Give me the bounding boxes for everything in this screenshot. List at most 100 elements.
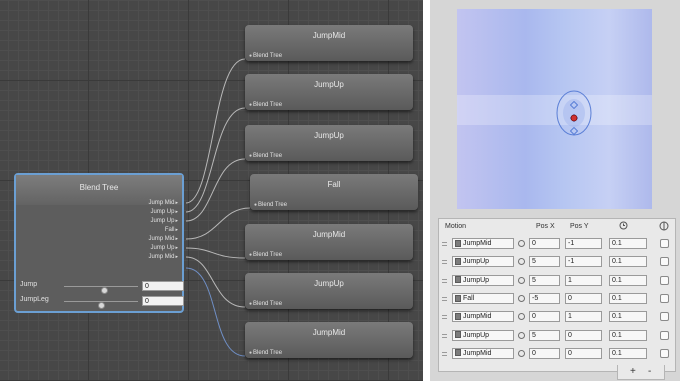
param-slider[interactable]: [64, 286, 138, 294]
table-row[interactable]: Fall -5 0 0.1: [439, 291, 675, 307]
output-port-label: Jump Up: [150, 245, 175, 251]
pos-y-field[interactable]: 0: [565, 347, 602, 359]
mirror-checkbox[interactable]: [660, 275, 669, 285]
motion-field[interactable]: JumpUp: [452, 274, 514, 286]
pos-x-field[interactable]: 5: [529, 274, 560, 286]
table-row[interactable]: JumpUp 5 -1 0.1: [439, 254, 675, 270]
pos-y-field[interactable]: -1: [565, 238, 602, 249]
pos-y-field[interactable]: 1: [565, 274, 602, 286]
blend-space-2d-view[interactable]: [457, 9, 652, 209]
output-port-jump-up[interactable]: Jump Up▸: [150, 245, 178, 251]
child-node-port[interactable]: ●Blend Tree: [249, 153, 282, 159]
object-picker-icon[interactable]: [518, 240, 525, 247]
table-row[interactable]: JumpUp 5 1 0.1: [439, 273, 675, 289]
mirror-icon: [659, 221, 669, 233]
object-picker-icon[interactable]: [518, 313, 525, 321]
speed-field[interactable]: 0.1: [609, 292, 647, 304]
clock-icon: [619, 221, 628, 232]
pos-y-field[interactable]: 0: [565, 292, 602, 304]
pos-x-field[interactable]: 0: [529, 347, 560, 359]
speed-field[interactable]: 0.1: [609, 329, 647, 341]
output-port-jump-mid[interactable]: Jump Mid▸: [148, 236, 178, 242]
object-picker-icon[interactable]: [518, 331, 525, 339]
pos-y-field[interactable]: -1: [565, 256, 602, 268]
child-node-jumpmid-2[interactable]: JumpMid ●Blend Tree: [245, 224, 413, 260]
child-node-port[interactable]: ●Blend Tree: [249, 53, 282, 59]
pos-x-field[interactable]: 5: [529, 256, 560, 268]
table-row[interactable]: JumpMid 0 -1 0.1: [439, 236, 675, 252]
table-row[interactable]: JumpMid 0 1 0.1: [439, 309, 675, 325]
object-picker-icon[interactable]: [518, 276, 525, 284]
add-motion-button[interactable]: +: [630, 365, 636, 378]
mirror-checkbox[interactable]: [660, 330, 669, 340]
object-picker-icon[interactable]: [518, 258, 525, 266]
animation-clip-icon: [455, 312, 461, 320]
panel-divider[interactable]: [423, 0, 430, 381]
table-row[interactable]: JumpUp 5 0 0.1: [439, 328, 675, 344]
speed-field[interactable]: 0.1: [609, 274, 647, 286]
child-node-fall[interactable]: Fall ●Blend Tree: [250, 174, 418, 210]
remove-motion-button[interactable]: -: [648, 365, 651, 378]
mirror-checkbox[interactable]: [660, 257, 669, 267]
input-port-icon: ●: [249, 53, 253, 59]
speed-field[interactable]: 0.1: [609, 311, 647, 323]
motion-field[interactable]: Fall: [452, 292, 514, 304]
child-node-jumpmid-1[interactable]: JumpMid ●Blend Tree: [245, 25, 413, 61]
current-blend-position[interactable]: [570, 109, 578, 127]
animator-graph-panel[interactable]: JumpMid ●Blend Tree JumpUp ●Blend Tree J…: [0, 0, 423, 381]
child-node-jumpup-1[interactable]: JumpUp ●Blend Tree: [245, 74, 413, 110]
motion-name: JumpUp: [463, 331, 490, 339]
param-value-field[interactable]: 0: [142, 281, 184, 291]
output-port-label: Jump Up: [150, 218, 175, 224]
child-node-port[interactable]: ●Blend Tree: [249, 350, 282, 356]
drag-handle-icon[interactable]: [442, 260, 447, 265]
child-node-jumpup-3[interactable]: JumpUp ●Blend Tree: [245, 273, 413, 309]
mirror-checkbox[interactable]: [660, 293, 669, 303]
output-port-jump-mid[interactable]: Jump Mid▸: [148, 200, 178, 206]
output-port-jump-up[interactable]: Jump Up▸: [150, 218, 178, 224]
child-node-port[interactable]: ●Blend Tree: [249, 301, 282, 307]
child-node-jumpmid-3[interactable]: JumpMid ●Blend Tree: [245, 322, 413, 358]
pos-x-field[interactable]: 0: [529, 238, 560, 249]
motion-field[interactable]: JumpMid: [452, 238, 514, 249]
child-node-jumpup-2[interactable]: JumpUp ●Blend Tree: [245, 125, 413, 161]
drag-handle-icon[interactable]: [442, 242, 447, 246]
output-port-jump-mid[interactable]: Jump Mid▸: [148, 254, 178, 260]
object-picker-icon[interactable]: [518, 349, 525, 357]
drag-handle-icon[interactable]: [442, 296, 447, 301]
object-picker-icon[interactable]: [518, 294, 525, 302]
blend-tree-node[interactable]: Blend Tree Jump Mid▸ Jump Up▸ Jump Up▸ F…: [14, 173, 184, 313]
motion-field[interactable]: JumpMid: [452, 347, 514, 359]
table-row[interactable]: JumpMid 0 0 0.1: [439, 346, 675, 362]
speed-field[interactable]: 0.1: [609, 238, 647, 249]
drag-handle-icon[interactable]: [442, 333, 447, 338]
speed-field[interactable]: 0.1: [609, 256, 647, 268]
param-slider[interactable]: [64, 301, 138, 309]
child-node-port[interactable]: ●Blend Tree: [249, 102, 282, 108]
slider-thumb[interactable]: [101, 287, 109, 294]
port-label: Blend Tree: [253, 53, 283, 59]
param-value-field[interactable]: 0: [142, 296, 184, 306]
mirror-checkbox[interactable]: [660, 312, 669, 322]
drag-handle-icon[interactable]: [442, 278, 447, 283]
child-node-port[interactable]: ●Blend Tree: [249, 252, 282, 258]
slider-thumb[interactable]: [97, 302, 105, 309]
pos-y-field[interactable]: 1: [565, 311, 602, 323]
mirror-checkbox[interactable]: [660, 239, 669, 248]
pos-y-field[interactable]: 0: [565, 329, 602, 341]
pos-x-field[interactable]: -5: [529, 292, 560, 304]
drag-handle-icon[interactable]: [442, 315, 447, 320]
motion-field[interactable]: JumpUp: [452, 256, 514, 268]
output-port-arrow-icon: ▸: [175, 218, 178, 224]
port-label: Blend Tree: [253, 301, 283, 307]
output-port-jump-up[interactable]: Jump Up▸: [150, 209, 178, 215]
child-node-port[interactable]: ●Blend Tree: [254, 202, 287, 208]
speed-field[interactable]: 0.1: [609, 347, 647, 359]
motion-field[interactable]: JumpUp: [452, 329, 514, 341]
drag-handle-icon[interactable]: [442, 351, 447, 356]
output-port-fall[interactable]: Fall▸: [165, 227, 178, 233]
pos-x-field[interactable]: 0: [529, 311, 560, 323]
motion-field[interactable]: JumpMid: [452, 311, 514, 323]
pos-x-field[interactable]: 5: [529, 329, 560, 341]
mirror-checkbox[interactable]: [660, 348, 669, 358]
